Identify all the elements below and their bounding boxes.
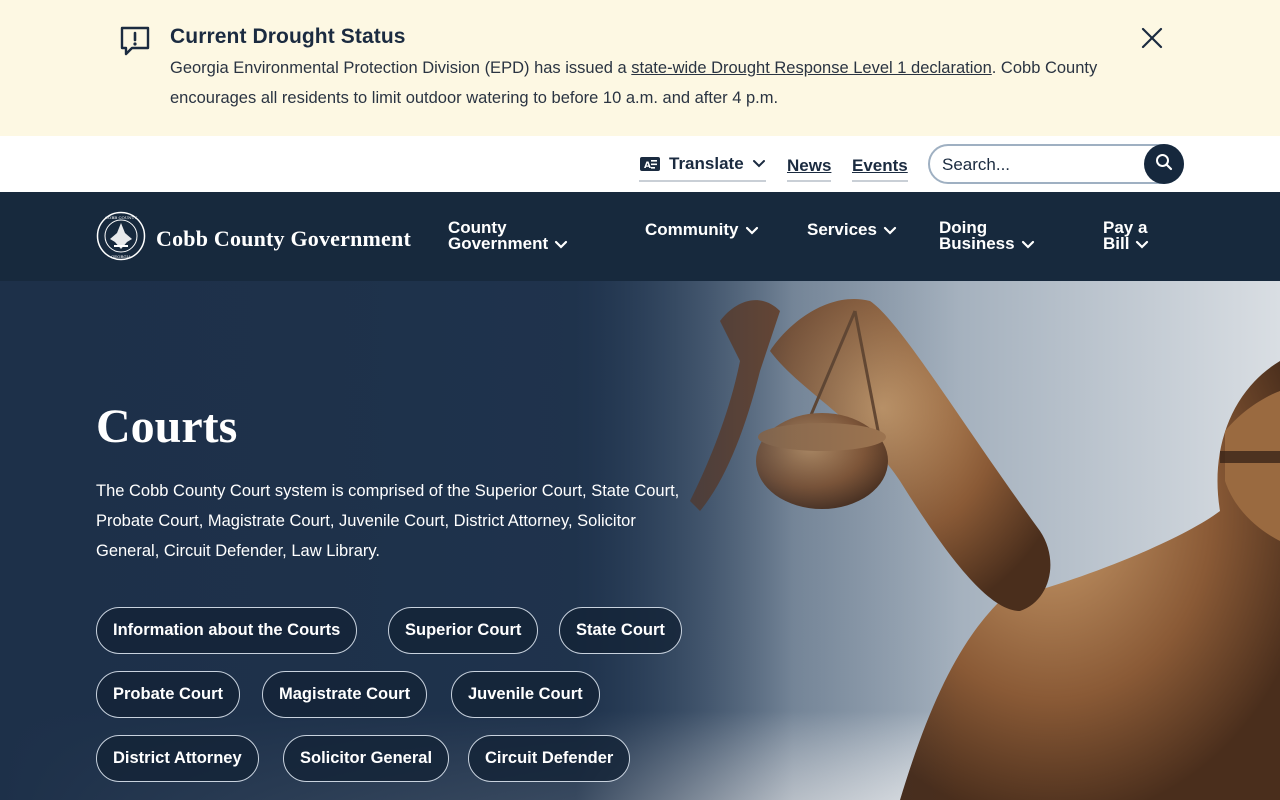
news-link[interactable]: News (787, 156, 832, 182)
search-button[interactable] (1144, 144, 1184, 184)
svg-text:GEORGIA: GEORGIA (111, 254, 131, 259)
info-about-courts-button[interactable]: Information about the Courts (96, 607, 358, 654)
events-link[interactable]: Events (852, 156, 908, 182)
nav-services-label: Services (807, 220, 877, 239)
site-name: Cobb County Government (156, 225, 411, 251)
translate-label: Translate (669, 154, 744, 173)
nav-community[interactable]: Community (645, 220, 759, 239)
search-input[interactable] (942, 153, 1138, 177)
county-seal-icon: COBB COUNTY GEORGIA (96, 211, 146, 266)
close-icon[interactable] (1136, 22, 1168, 54)
chevron-down-icon (745, 223, 759, 239)
alert-text: Georgia Environmental Protection Divisio… (170, 53, 1140, 113)
nav-pay-a-bill[interactable]: Pay a Bill (1103, 219, 1149, 253)
nav-county-government[interactable]: County Government (448, 219, 568, 253)
chevron-down-icon (752, 159, 766, 169)
juvenile-court-button[interactable]: Juvenile Court (451, 671, 600, 718)
drought-alert-banner: Current Drought Status Georgia Environme… (0, 0, 1280, 136)
alert-text-before: Georgia Environmental Protection Divisio… (170, 59, 632, 77)
search-box (928, 144, 1184, 184)
translate-dropdown[interactable]: A Translate (639, 154, 766, 182)
solicitor-general-button[interactable]: Solicitor General (283, 735, 450, 782)
nav-doing-business[interactable]: Doing Business (939, 219, 1035, 253)
site-logo[interactable]: COBB COUNTY GEORGIA Cobb County Governme… (96, 211, 411, 266)
circuit-defender-button[interactable]: Circuit Defender (468, 735, 631, 782)
chevron-down-icon (883, 223, 897, 239)
hero-description: The Cobb County Court system is comprise… (96, 482, 680, 560)
svg-text:COBB COUNTY: COBB COUNTY (105, 215, 137, 220)
magistrate-court-button[interactable]: Magistrate Court (262, 671, 428, 718)
alert-title: Current Drought Status (170, 25, 406, 48)
chevron-down-icon (1135, 237, 1149, 253)
superior-court-button[interactable]: Superior Court (388, 607, 539, 654)
drought-declaration-link[interactable]: state-wide Drought Response Level 1 decl… (631, 59, 991, 77)
svg-text:A: A (644, 161, 651, 171)
district-attorney-button[interactable]: District Attorney (96, 735, 259, 782)
state-court-button[interactable]: State Court (559, 607, 682, 654)
chevron-down-icon (1021, 237, 1035, 253)
nav-community-label: Community (645, 220, 739, 239)
probate-court-button[interactable]: Probate Court (96, 671, 241, 718)
nav-doing-business-label-2: Business (939, 234, 1015, 253)
nav-county-government-label-2: Government (448, 234, 549, 253)
nav-services[interactable]: Services (807, 220, 897, 239)
translate-icon: A (639, 156, 661, 172)
search-icon (1155, 153, 1173, 176)
alert-message-icon (118, 24, 152, 58)
chevron-down-icon (554, 237, 568, 253)
main-navigation: COBB COUNTY GEORGIA Cobb County Governme… (0, 192, 1280, 281)
page-title: Courts (96, 400, 238, 453)
nav-pay-a-bill-label-2: Bill (1103, 234, 1130, 253)
courts-hero: Courts The Cobb County Court system is c… (0, 281, 1280, 800)
utility-bar: A Translate News Events (0, 136, 1280, 192)
